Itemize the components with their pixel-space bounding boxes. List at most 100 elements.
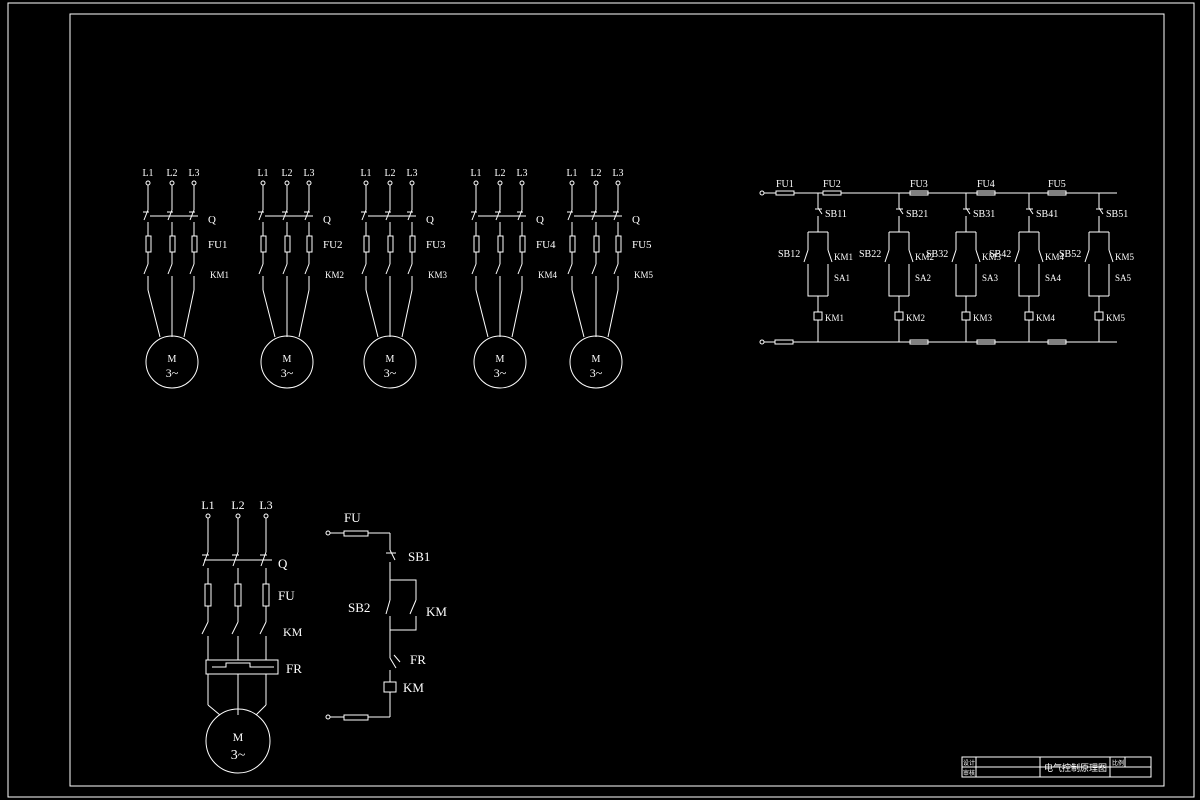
contactor-contact [259,621,267,635]
contactor-contact [201,621,209,635]
selector-label: SA4 [1045,273,1062,283]
wire [607,289,619,338]
coil-label: KM1 [825,313,844,323]
terminal [387,180,393,186]
control-branch: SB51 SB52 KM5 SA5 KM5 [1059,193,1135,342]
fuse-symbol [774,339,794,345]
terminal [325,714,331,720]
fuse-symbol [387,235,394,253]
hold-contact [908,249,914,263]
terminal [306,180,312,186]
fuse-symbol [473,235,480,253]
contactor-contact [304,263,310,275]
hold-label: KM5 [1115,252,1135,262]
stop-label: SB41 [1036,209,1058,220]
line-label: L2 [231,498,244,512]
start-button [884,249,890,263]
contactor-contact [407,263,413,275]
coil-label: KM4 [1036,313,1056,323]
fuse-label: FU1 [776,179,794,190]
contactor-contact [361,263,367,275]
fuse-label: FU3 [910,179,928,190]
fuse-symbol [343,530,369,537]
motor-label: M [233,730,244,744]
stop-label: SB51 [1106,209,1128,220]
line-label: L1 [360,168,371,179]
switch-label: Q [208,214,216,226]
terminal [473,180,479,186]
motor-circuit: L1 L2 L3 Q FU5 KM5 M3~ [566,168,654,389]
coil-label: KM5 [1106,313,1126,323]
line-label: L3 [303,168,314,179]
line-label: L2 [166,168,177,179]
terminal [263,513,269,519]
contactor-contact [385,263,391,275]
coil-symbol [1024,311,1034,321]
main-motor-circuit: L1 L2 L3 Q FU KM FR M 3~ [201,498,303,774]
motor-label: M [168,354,177,365]
contactor-contact [495,263,501,275]
control-branch: SB41SB42 KM4SA4KM4 [989,193,1065,342]
fuse-symbol [593,235,600,253]
contactor-contact [282,263,288,275]
selector-label: SA1 [834,273,850,283]
stop-label: SB21 [906,209,928,220]
control-branch: SB31SB32 KM3SA3KM3 [926,193,1002,342]
fuse-symbol [409,235,416,253]
terminal [759,339,765,345]
title-block-label: 比例 [1112,759,1124,767]
control-branch: SB11 SB12 KM1 SA1 KM1 [778,193,853,342]
drawing-title: 电气控制原理图 [1044,762,1107,774]
fuse-symbol [260,235,267,253]
wire [401,289,413,338]
fuse-symbol [519,235,526,253]
hold-label: KM [426,604,447,619]
terminal [235,513,241,519]
fuse-label: FU4 [536,239,556,251]
line-label: L2 [590,168,601,179]
fuse-symbol [363,235,370,253]
relay-label: FR [410,652,426,667]
wire [390,579,417,600]
motor-label: M [592,354,601,365]
fuse-symbol [775,190,795,196]
fuse-label: FU2 [823,179,841,190]
wire [365,289,379,338]
fuse-symbol [145,235,152,253]
line-label: L3 [516,168,527,179]
contactor-contact [567,263,573,275]
hold-contact [827,249,833,263]
coil-symbol [961,311,971,321]
fuse-label: FU5 [632,239,652,251]
coil-label: KM2 [906,313,925,323]
wire [183,289,195,338]
coil-symbol [894,311,904,321]
switch-label: Q [278,556,288,571]
motor-label: 3~ [166,366,179,380]
relay-label: FR [286,661,302,676]
contactor-contact [471,263,477,275]
motor-label: 3~ [281,366,294,380]
wire [147,289,161,338]
motor-label: 3~ [384,366,397,380]
start-button [1014,249,1020,263]
terminal [759,190,765,196]
terminal [325,530,331,536]
motor-circuit: L1 L2 L3 Q FU2 KM2 M3~ [257,168,344,389]
line-label: L3 [188,168,199,179]
line-label: L1 [201,498,214,512]
start-button [803,249,809,263]
motor-label: M [283,354,292,365]
terminal [497,180,503,186]
line-label: L1 [257,168,268,179]
terminal [145,180,151,186]
start-button [951,249,957,263]
wire [511,289,523,338]
fuse-symbol [497,235,504,253]
relay-mark [393,654,401,663]
start-label: SB12 [778,249,800,260]
contactor-contact [258,263,264,275]
fuse-label: FU4 [977,179,995,190]
control-branch: SB21SB22 KM2SA2KM2 [859,193,934,342]
line-label: L1 [142,168,153,179]
